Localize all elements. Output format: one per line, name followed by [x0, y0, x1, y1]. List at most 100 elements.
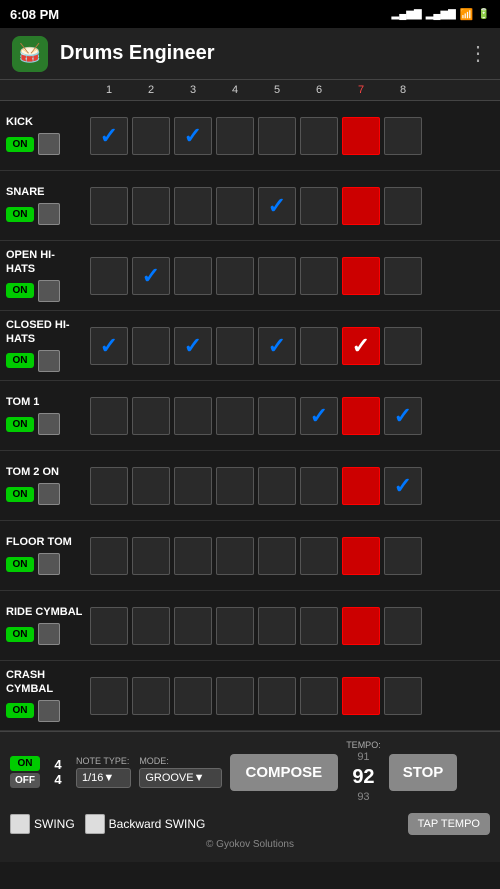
- drum-cell[interactable]: [384, 257, 422, 295]
- drum-cell[interactable]: [258, 257, 296, 295]
- menu-icon[interactable]: ⋮: [468, 41, 488, 66]
- drum-cell[interactable]: [90, 187, 128, 225]
- row-toggle-button[interactable]: [38, 280, 60, 302]
- on-button[interactable]: ON: [6, 557, 34, 572]
- drum-cell[interactable]: [132, 187, 170, 225]
- drum-cell[interactable]: [90, 397, 128, 435]
- drum-cell[interactable]: [300, 397, 338, 435]
- drum-cell[interactable]: [174, 467, 212, 505]
- drum-cell[interactable]: [90, 327, 128, 365]
- drum-cell[interactable]: [258, 117, 296, 155]
- drum-cell[interactable]: [132, 327, 170, 365]
- drum-cell[interactable]: [342, 537, 380, 575]
- on-button[interactable]: ON: [6, 353, 34, 368]
- drum-cell[interactable]: [300, 117, 338, 155]
- drum-cell[interactable]: [174, 537, 212, 575]
- drum-cell[interactable]: [342, 117, 380, 155]
- mode-dropdown[interactable]: GROOVE▼: [139, 768, 221, 788]
- drum-cell[interactable]: [258, 607, 296, 645]
- global-off-button[interactable]: OFF: [10, 773, 40, 788]
- drum-cell[interactable]: [300, 537, 338, 575]
- drum-cell[interactable]: [258, 397, 296, 435]
- drum-cell[interactable]: [216, 327, 254, 365]
- drum-cell[interactable]: [384, 677, 422, 715]
- drum-cell[interactable]: [384, 327, 422, 365]
- drum-cell[interactable]: [132, 117, 170, 155]
- drum-cell[interactable]: [90, 257, 128, 295]
- drum-cell[interactable]: [300, 677, 338, 715]
- row-toggle-button[interactable]: [38, 553, 60, 575]
- tap-tempo-button[interactable]: TAP TEMPO: [408, 813, 490, 835]
- on-button[interactable]: ON: [6, 417, 34, 432]
- drum-cell[interactable]: [132, 467, 170, 505]
- drum-cell[interactable]: [174, 117, 212, 155]
- drum-cell[interactable]: [258, 537, 296, 575]
- drum-cell[interactable]: [174, 187, 212, 225]
- drum-cell[interactable]: [384, 187, 422, 225]
- drum-cell[interactable]: [216, 397, 254, 435]
- note-type-dropdown[interactable]: 1/16▼: [76, 768, 131, 788]
- drum-cell[interactable]: [342, 187, 380, 225]
- drum-cell[interactable]: [300, 257, 338, 295]
- drum-cell[interactable]: [258, 187, 296, 225]
- drum-cell[interactable]: [342, 607, 380, 645]
- row-toggle-button[interactable]: [38, 350, 60, 372]
- drum-cell[interactable]: [174, 327, 212, 365]
- drum-cell[interactable]: [258, 467, 296, 505]
- stop-button[interactable]: STOP: [389, 754, 458, 791]
- drum-cell[interactable]: [216, 537, 254, 575]
- drum-cell[interactable]: [216, 257, 254, 295]
- drum-cell[interactable]: [90, 677, 128, 715]
- on-button[interactable]: ON: [6, 137, 34, 152]
- on-button[interactable]: ON: [6, 207, 34, 222]
- on-button[interactable]: ON: [6, 703, 34, 718]
- drum-cell[interactable]: [174, 257, 212, 295]
- row-toggle-button[interactable]: [38, 483, 60, 505]
- drum-cell[interactable]: [132, 677, 170, 715]
- row-toggle-button[interactable]: [38, 133, 60, 155]
- drum-cell[interactable]: [342, 397, 380, 435]
- drum-cell[interactable]: [132, 537, 170, 575]
- drum-cell[interactable]: [300, 187, 338, 225]
- drum-cell[interactable]: [300, 327, 338, 365]
- drum-cell[interactable]: [132, 607, 170, 645]
- row-toggle-button[interactable]: [38, 413, 60, 435]
- drum-cell[interactable]: [174, 397, 212, 435]
- drum-cell[interactable]: [384, 117, 422, 155]
- drum-cell[interactable]: [300, 467, 338, 505]
- drum-cell[interactable]: [216, 117, 254, 155]
- drum-cell[interactable]: [384, 397, 422, 435]
- drum-cell[interactable]: [300, 607, 338, 645]
- drum-cell[interactable]: [216, 467, 254, 505]
- drum-cell[interactable]: [132, 397, 170, 435]
- on-button[interactable]: ON: [6, 627, 34, 642]
- drum-cell[interactable]: [174, 677, 212, 715]
- drum-cell[interactable]: [342, 677, 380, 715]
- drum-cell[interactable]: [384, 607, 422, 645]
- drum-cell[interactable]: [132, 257, 170, 295]
- drum-cell[interactable]: [342, 257, 380, 295]
- drum-cell[interactable]: [216, 187, 254, 225]
- drum-cell[interactable]: [342, 327, 380, 365]
- drum-cell[interactable]: [258, 677, 296, 715]
- drum-cell[interactable]: [384, 537, 422, 575]
- row-toggle-button[interactable]: [38, 623, 60, 645]
- drum-cell[interactable]: [90, 537, 128, 575]
- backward-swing-checkbox[interactable]: [85, 814, 105, 834]
- drum-cell[interactable]: [342, 467, 380, 505]
- swing-checkbox[interactable]: [10, 814, 30, 834]
- drum-cell[interactable]: [258, 327, 296, 365]
- compose-button[interactable]: COMPOSE: [230, 754, 339, 791]
- row-toggle-button[interactable]: [38, 203, 60, 225]
- drum-cell[interactable]: [216, 607, 254, 645]
- drum-cell[interactable]: [90, 467, 128, 505]
- drum-cell[interactable]: [90, 607, 128, 645]
- drum-cell[interactable]: [384, 467, 422, 505]
- on-button[interactable]: ON: [6, 283, 34, 298]
- row-toggle-button[interactable]: [38, 700, 60, 722]
- drum-cell[interactable]: [174, 607, 212, 645]
- global-on-button[interactable]: ON: [10, 756, 40, 771]
- drum-cell[interactable]: [90, 117, 128, 155]
- on-button[interactable]: ON: [6, 487, 34, 502]
- drum-cell[interactable]: [216, 677, 254, 715]
